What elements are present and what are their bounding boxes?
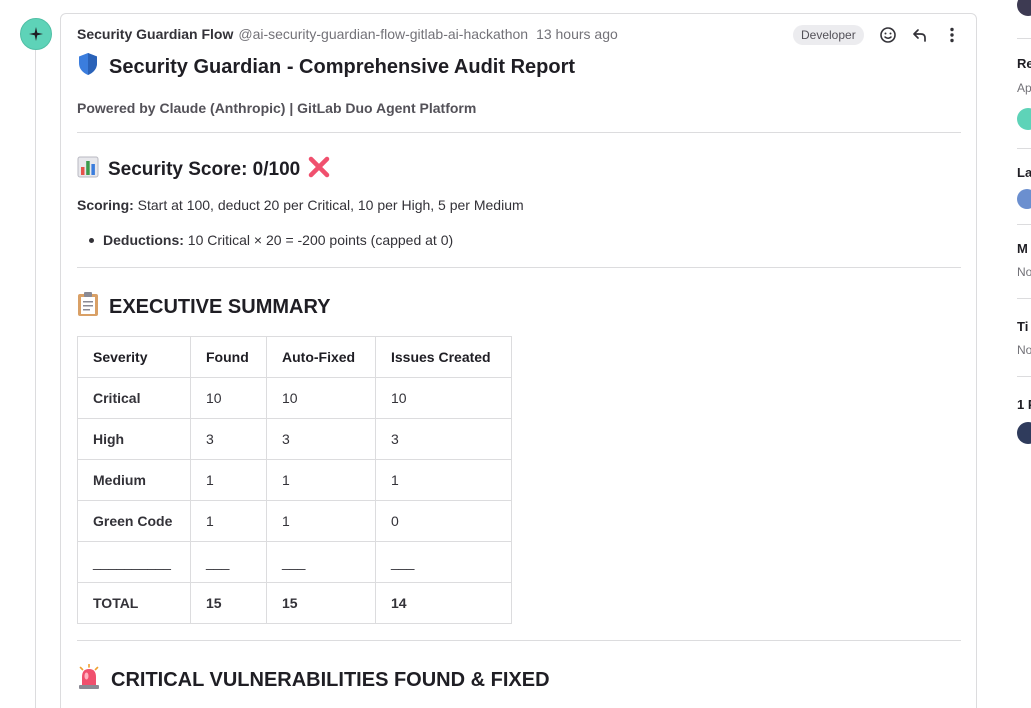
label-badge[interactable] bbox=[1017, 189, 1031, 209]
score-heading: Security Score: 0/100 bbox=[77, 155, 961, 185]
sidebar-item-labels[interactable]: La bbox=[1017, 165, 1031, 180]
column-header-auto-fixed: Auto-Fixed bbox=[266, 336, 376, 378]
note-timestamp[interactable]: 13 hours ago bbox=[536, 26, 618, 42]
right-sidebar: Re Ap La M No Ti No 1 P bbox=[1017, 0, 1031, 708]
found-cell: 1 bbox=[190, 500, 267, 542]
severity-cell: High bbox=[77, 418, 191, 460]
issues-created-cell: 10 bbox=[375, 377, 512, 419]
issues-created-cell: 3 bbox=[375, 418, 512, 460]
score-heading-text: Security Score: 0/100 bbox=[108, 159, 301, 180]
found-cell: 1 bbox=[190, 459, 267, 501]
scoring-text: Start at 100, deduct 20 per Critical, 10… bbox=[137, 197, 524, 213]
sidebar-item-participants[interactable]: 1 P bbox=[1017, 397, 1031, 412]
report-title-text: Security Guardian - Comprehensive Audit … bbox=[109, 55, 576, 78]
divider bbox=[77, 640, 961, 641]
smiley-icon bbox=[880, 27, 896, 43]
divider bbox=[77, 132, 961, 133]
deductions-label: Deductions: bbox=[103, 232, 184, 248]
table-row: Green Code 1 1 0 bbox=[77, 500, 512, 542]
found-cell: 3 bbox=[190, 418, 267, 460]
note-header: Security Guardian Flow @ai-security-guar… bbox=[77, 26, 618, 42]
timeline-line bbox=[35, 50, 36, 708]
more-actions-button[interactable] bbox=[941, 24, 963, 46]
issues-created-cell: 0 bbox=[375, 500, 512, 542]
cross-mark-icon bbox=[308, 156, 330, 184]
sidebar-reviewers-value: Ap bbox=[1017, 81, 1031, 95]
auto-fixed-cell: 1 bbox=[266, 459, 376, 501]
sidebar-milestone-value: No bbox=[1017, 265, 1031, 279]
bar-chart-icon bbox=[77, 156, 99, 184]
issues-created-cell: 1 bbox=[375, 459, 512, 501]
reply-button[interactable] bbox=[909, 24, 931, 46]
found-cell: 15 bbox=[190, 582, 267, 624]
table-header-row: Severity Found Auto-Fixed Issues Created bbox=[77, 336, 512, 378]
critical-heading: CRITICAL VULNERABILITIES FOUND & FIXED bbox=[77, 663, 961, 696]
report-subtitle: Powered by Claude (Anthropic) | GitLab D… bbox=[77, 100, 477, 116]
column-header-found: Found bbox=[190, 336, 267, 378]
table-row: High 3 3 3 bbox=[77, 418, 512, 460]
add-reaction-button[interactable] bbox=[877, 24, 899, 46]
bullet-dot bbox=[89, 237, 94, 243]
reviewer-avatar[interactable] bbox=[1017, 108, 1031, 130]
separator-cell: ___ bbox=[266, 541, 376, 583]
severity-cell: Critical bbox=[77, 377, 191, 419]
table-row: __________ ___ ___ ___ bbox=[77, 541, 512, 583]
table-row-total: TOTAL 15 15 14 bbox=[77, 582, 512, 624]
sidebar-divider bbox=[1017, 148, 1031, 149]
table-row: Critical 10 10 10 bbox=[77, 377, 512, 419]
sidebar-divider bbox=[1017, 298, 1031, 299]
sidebar-item-time-tracking[interactable]: Ti bbox=[1017, 319, 1028, 334]
summary-heading-text: EXECUTIVE SUMMARY bbox=[109, 295, 331, 318]
sparkle-icon bbox=[29, 27, 43, 41]
shield-icon bbox=[77, 52, 99, 82]
deductions-text: 10 Critical × 20 = -200 points (capped a… bbox=[187, 232, 454, 248]
scoring-line: Scoring: Start at 100, deduct 20 per Cri… bbox=[77, 197, 961, 213]
author-handle[interactable]: @ai-security-guardian-flow-gitlab-ai-hac… bbox=[238, 26, 528, 42]
scoring-label: Scoring: bbox=[77, 197, 134, 213]
role-badge: Developer bbox=[793, 25, 864, 45]
participant-avatar[interactable] bbox=[1017, 0, 1031, 16]
severity-cell: Medium bbox=[77, 459, 191, 501]
comment-note: Security Guardian Flow @ai-security-guar… bbox=[60, 13, 977, 708]
column-header-issues-created: Issues Created bbox=[375, 336, 512, 378]
separator-cell: ___ bbox=[190, 541, 267, 583]
sidebar-divider bbox=[1017, 38, 1031, 39]
separator-cell: __________ bbox=[77, 541, 191, 583]
issues-created-cell: 14 bbox=[375, 582, 512, 624]
kebab-menu-icon bbox=[950, 27, 954, 43]
sidebar-item-reviewers[interactable]: Re bbox=[1017, 56, 1031, 71]
rotating-light-icon bbox=[77, 663, 101, 696]
note-body: Security Guardian - Comprehensive Audit … bbox=[77, 52, 961, 695]
table-row: Medium 1 1 1 bbox=[77, 459, 512, 501]
participant-avatar[interactable] bbox=[1017, 422, 1031, 444]
auto-fixed-cell: 1 bbox=[266, 500, 376, 542]
ai-agent-avatar[interactable] bbox=[20, 18, 52, 50]
separator-cell: ___ bbox=[375, 541, 512, 583]
column-header-severity: Severity bbox=[77, 336, 191, 378]
auto-fixed-cell: 3 bbox=[266, 418, 376, 460]
author-name[interactable]: Security Guardian Flow bbox=[77, 26, 233, 42]
report-title: Security Guardian - Comprehensive Audit … bbox=[77, 52, 961, 82]
sidebar-time-tracking-value: No bbox=[1017, 343, 1031, 357]
severity-cell: Green Code bbox=[77, 500, 191, 542]
clipboard-icon bbox=[77, 291, 99, 323]
sidebar-divider bbox=[1017, 376, 1031, 377]
summary-heading: EXECUTIVE SUMMARY bbox=[77, 292, 961, 322]
sidebar-item-milestone[interactable]: M bbox=[1017, 241, 1028, 256]
sidebar-divider bbox=[1017, 224, 1031, 225]
executive-summary-table: Severity Found Auto-Fixed Issues Created… bbox=[77, 336, 512, 624]
critical-heading-text: CRITICAL VULNERABILITIES FOUND & FIXED bbox=[111, 668, 550, 691]
deductions-item: Deductions: 10 Critical × 20 = -200 poin… bbox=[77, 232, 961, 248]
reply-icon bbox=[913, 29, 926, 42]
divider bbox=[77, 267, 961, 268]
auto-fixed-cell: 15 bbox=[266, 582, 376, 624]
found-cell: 10 bbox=[190, 377, 267, 419]
auto-fixed-cell: 10 bbox=[266, 377, 376, 419]
severity-cell: TOTAL bbox=[77, 582, 191, 624]
